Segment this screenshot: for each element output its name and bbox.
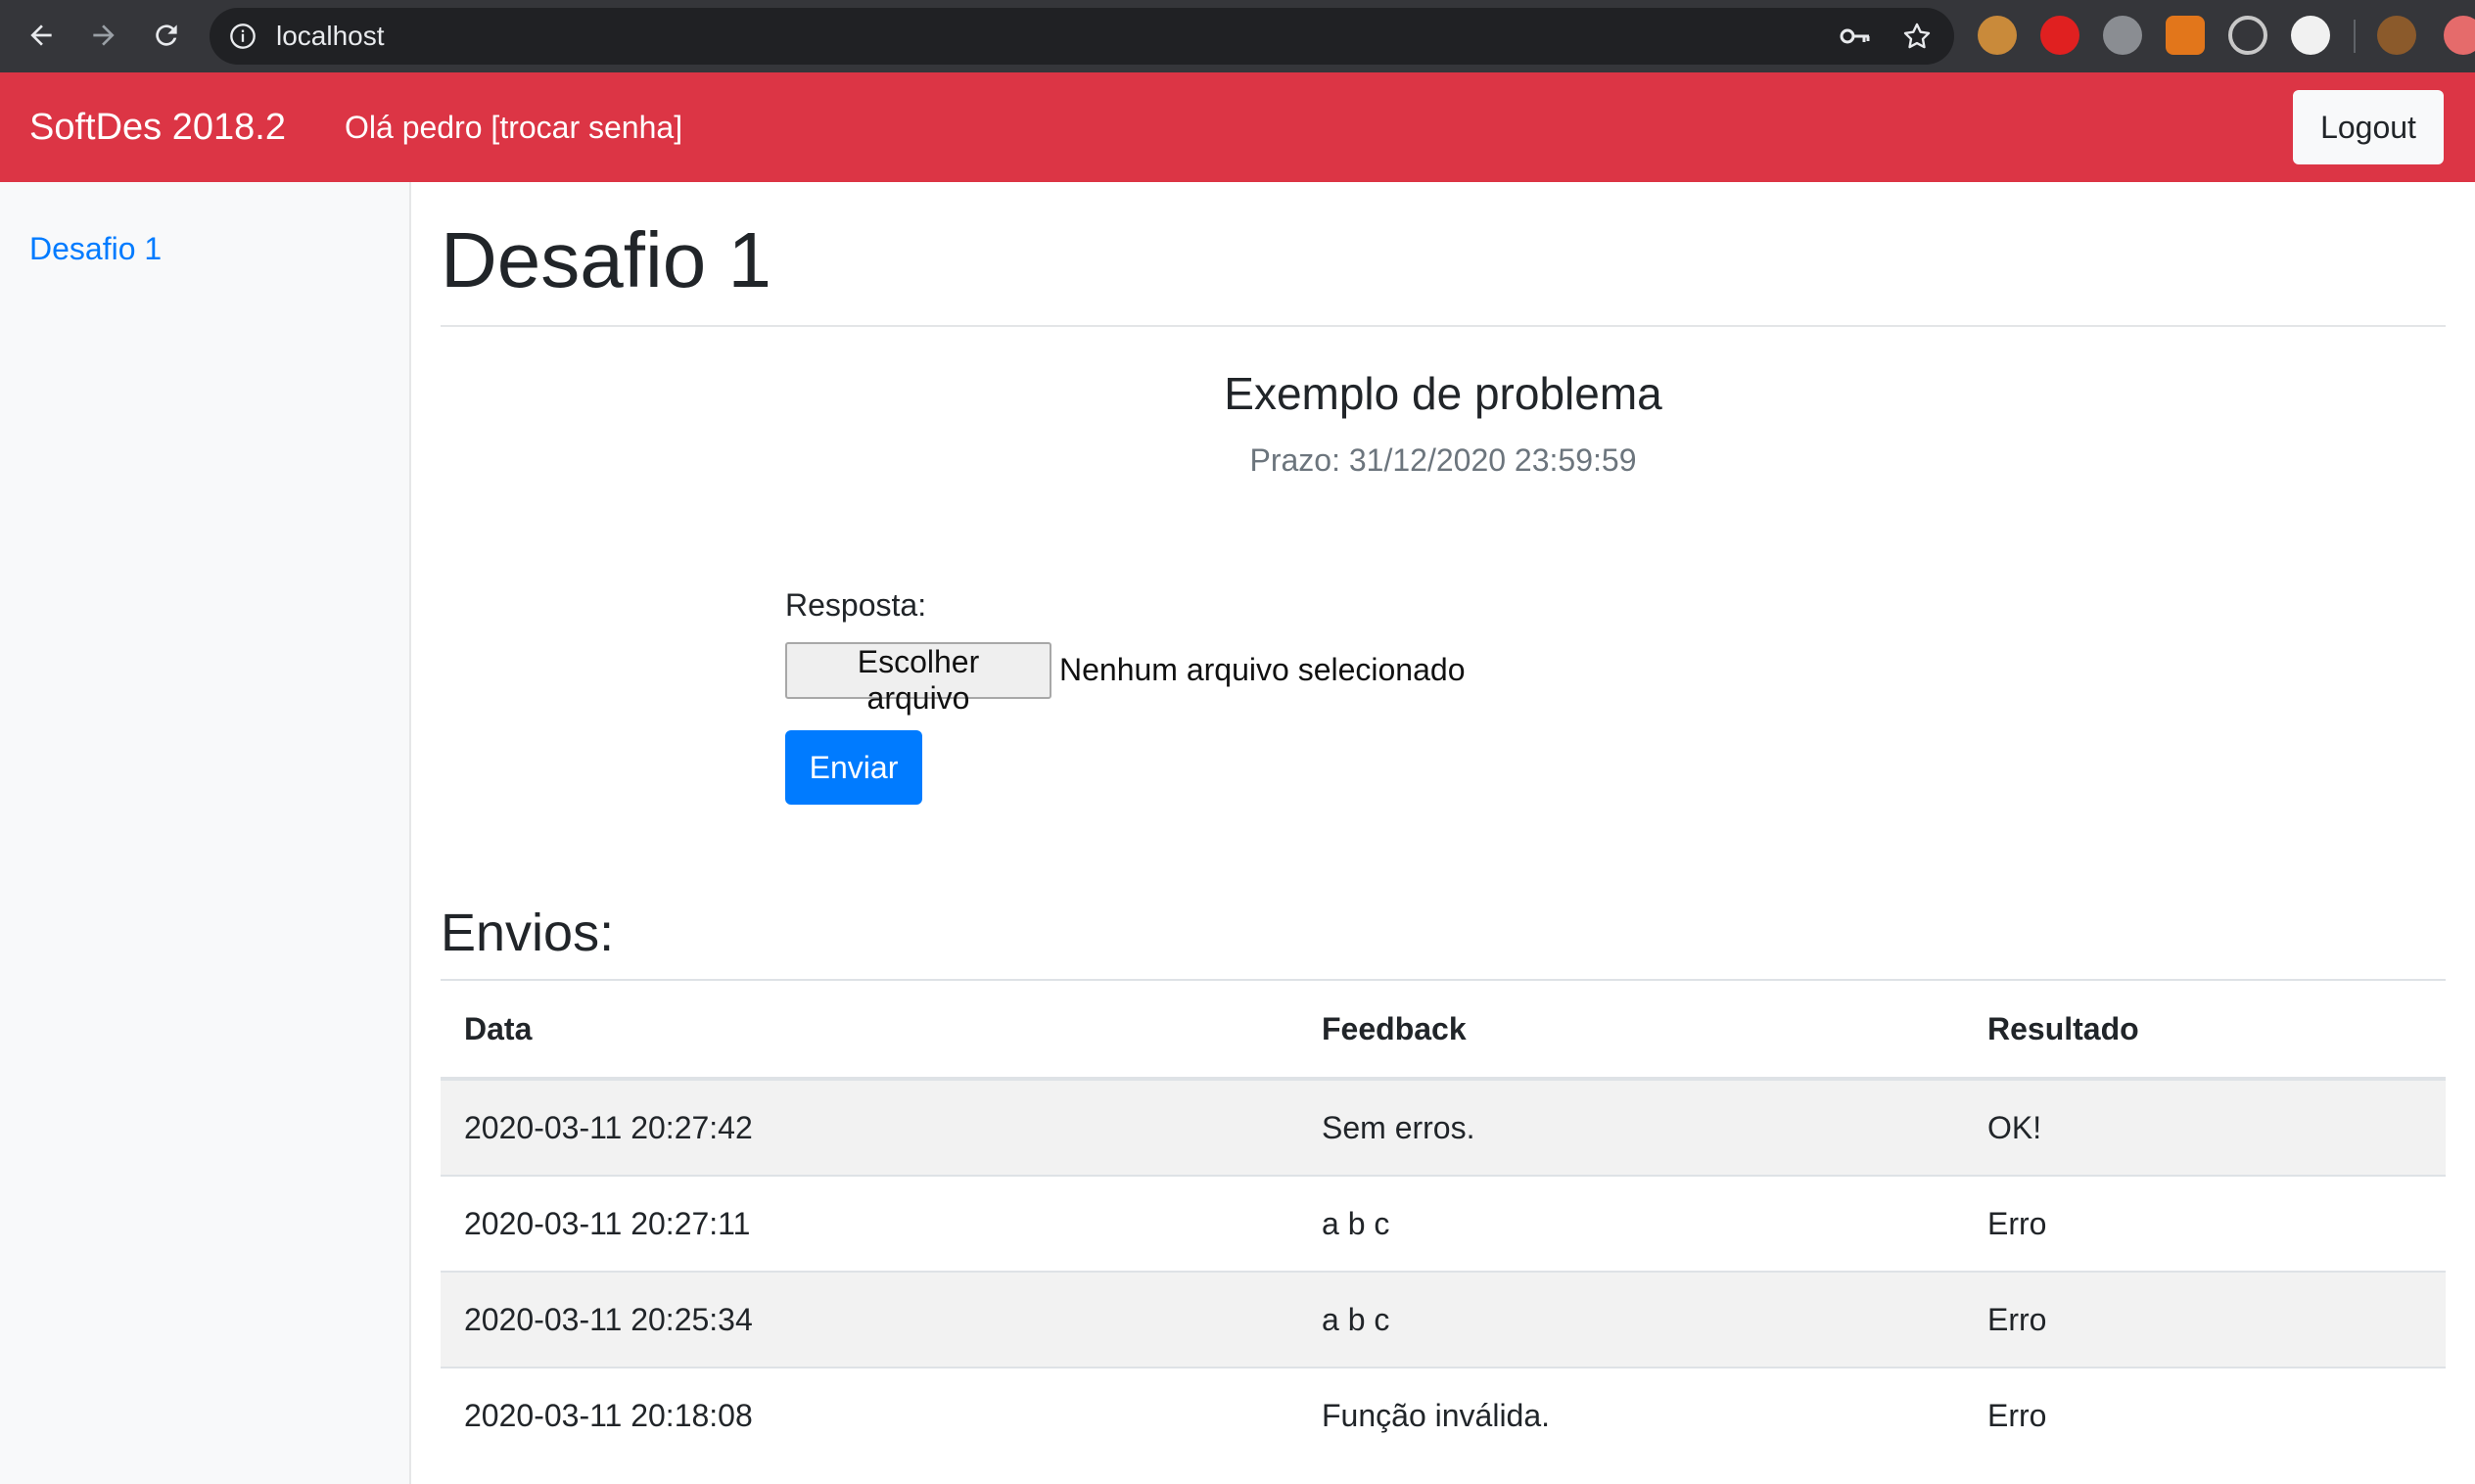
top-navbar: SoftDes 2018.2 Olá pedro [trocar senha] … xyxy=(0,72,2475,182)
page-title: Desafio 1 xyxy=(441,216,771,303)
column-header-data: Data xyxy=(441,981,1298,1081)
cell-result: Erro xyxy=(1964,1175,2446,1272)
toolbar-divider xyxy=(2354,20,2356,53)
bookmark-star-icon[interactable] xyxy=(1901,21,1933,57)
hand-stop-extension-icon[interactable] xyxy=(2040,16,2079,55)
cookie-extension-icon[interactable] xyxy=(1978,16,2017,55)
sidebar: Desafio 1 xyxy=(0,182,411,1484)
cell-date: 2020-03-11 20:27:11 xyxy=(441,1175,1298,1272)
cell-result: Erro xyxy=(1964,1271,2446,1368)
table-row: 2020-03-11 20:27:11 a b c Erro xyxy=(441,1175,2446,1272)
title-divider xyxy=(441,325,2446,327)
active-extension-icon[interactable] xyxy=(2291,16,2330,55)
cell-result: OK! xyxy=(1964,1078,2446,1176)
cell-date: 2020-03-11 20:18:08 xyxy=(441,1367,1298,1462)
deadline-text: Prazo: 31/12/2020 23:59:59 xyxy=(1249,442,1637,478)
profile-avatar[interactable] xyxy=(2377,16,2416,55)
forward-arrow-icon[interactable] xyxy=(84,16,123,55)
problem-title: Exemplo de problema xyxy=(1224,368,1662,419)
table-header-row: Data Feedback Resultado xyxy=(441,981,2446,1081)
discord-extension-icon[interactable] xyxy=(2103,16,2142,55)
cell-result: Erro xyxy=(1964,1367,2446,1462)
table-row: 2020-03-11 20:25:34 a b c Erro xyxy=(441,1271,2446,1368)
target-extension-icon[interactable] xyxy=(2228,16,2267,55)
submissions-table: Data Feedback Resultado 2020-03-11 20:27… xyxy=(441,981,2446,1462)
sidebar-item-desafio-1[interactable]: Desafio 1 xyxy=(29,231,162,267)
reload-icon[interactable] xyxy=(147,16,186,55)
browser-toolbar: localhost xyxy=(0,0,2475,72)
key-icon[interactable] xyxy=(1839,23,1872,55)
answer-label: Resposta: xyxy=(785,587,927,623)
submit-button[interactable]: Enviar xyxy=(785,730,922,805)
table-row: 2020-03-11 20:27:42 Sem erros. OK! xyxy=(441,1078,2446,1176)
submissions-title: Envios: xyxy=(441,904,615,962)
cell-date: 2020-03-11 20:27:42 xyxy=(441,1078,1298,1176)
logout-button[interactable]: Logout xyxy=(2293,90,2444,164)
info-icon[interactable] xyxy=(229,23,257,50)
greeting-text: Olá pedro xyxy=(345,110,483,145)
user-greeting: Olá pedro [trocar senha] xyxy=(345,72,682,182)
cell-date: 2020-03-11 20:25:34 xyxy=(441,1271,1298,1368)
file-status-text: Nenhum arquivo selecionado xyxy=(1059,652,1466,687)
url-text[interactable]: localhost xyxy=(276,8,385,65)
column-header-resultado: Resultado xyxy=(1964,981,2446,1081)
change-password-link[interactable]: [trocar senha] xyxy=(490,110,682,145)
table-row: 2020-03-11 20:18:08 Função inválida. Err… xyxy=(441,1367,2446,1462)
metamask-fox-icon[interactable] xyxy=(2166,16,2205,55)
cell-feedback: Função inválida. xyxy=(1298,1367,1964,1462)
cell-feedback: Sem erros. xyxy=(1298,1078,1964,1176)
cell-feedback: a b c xyxy=(1298,1175,1964,1272)
address-bar[interactable]: localhost xyxy=(210,8,1954,65)
update-icon[interactable] xyxy=(2444,16,2475,55)
brand-title[interactable]: SoftDes 2018.2 xyxy=(29,72,286,182)
cell-feedback: a b c xyxy=(1298,1271,1964,1368)
back-arrow-icon[interactable] xyxy=(22,16,61,55)
choose-file-button[interactable]: Escolher arquivo xyxy=(785,642,1051,716)
column-header-feedback: Feedback xyxy=(1298,981,1964,1081)
